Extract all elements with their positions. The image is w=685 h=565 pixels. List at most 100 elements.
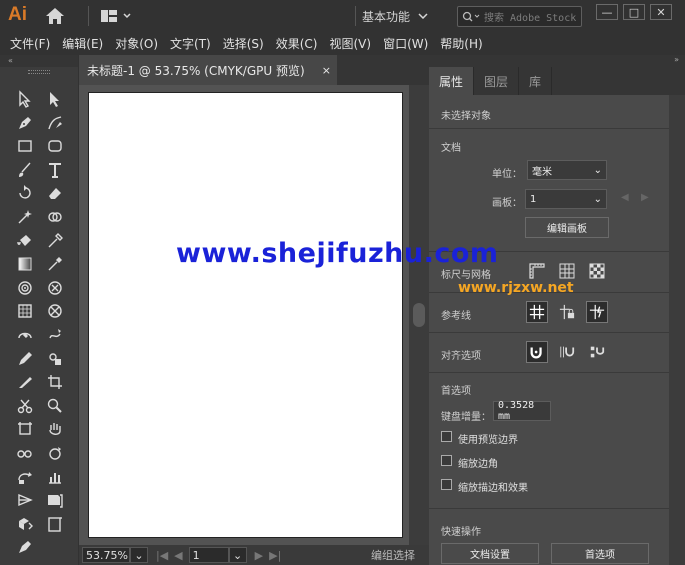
blend-tool-icon[interactable] [14,278,36,298]
menu-effect[interactable]: 效果(C) [276,35,318,52]
artboard-dropdown[interactable]: ⌄ [228,547,247,563]
search-input[interactable]: 搜索 Adobe Stock [484,9,576,24]
workspace-switcher[interactable]: 基本功能 [362,7,438,25]
type-tool-icon[interactable] [44,160,66,180]
hand-tool-icon[interactable] [44,419,66,439]
artboard-select[interactable]: 1 ⌄ [525,189,607,209]
pen-tool-icon[interactable] [14,113,36,133]
puppet-warp-tool-icon[interactable] [14,207,36,227]
artboard-tool-icon[interactable] [14,419,36,439]
mode-toggle-icon[interactable] [44,490,66,510]
menu-window[interactable]: 窗口(W) [383,35,428,52]
symbol-tool-icon[interactable] [44,443,66,463]
smart-guides-toggle[interactable] [586,301,608,323]
menu-file[interactable]: 文件(F) [10,35,50,52]
use-preview-bounds-checkbox[interactable] [441,431,452,442]
panel-grip[interactable] [28,70,50,74]
curvature-tool-icon[interactable] [44,113,66,133]
lock-guides-toggle[interactable] [556,301,578,323]
menu-object[interactable]: 对象(O) [115,35,158,52]
transparency-grid-toggle[interactable] [586,260,608,282]
home-icon[interactable] [44,6,66,26]
symbol-sprayer-icon[interactable] [44,278,66,298]
close-button[interactable]: ✕ [650,4,672,20]
perspective-grid-icon[interactable] [44,301,66,321]
mesh-tool-icon[interactable] [14,301,36,321]
rotate-tool-icon[interactable] [14,183,36,203]
scale-strokes-label[interactable]: 缩放描边和效果 [458,479,528,494]
fill-stroke-icon[interactable] [14,514,36,534]
menu-select[interactable]: 选择(S) [223,35,264,52]
show-guides-toggle[interactable] [526,301,548,323]
document-setup-button[interactable]: 文档设置 [441,543,539,564]
shape-builder-tool-icon[interactable] [44,207,66,227]
slice-tool-icon[interactable] [14,467,36,487]
zoom-tool-icon[interactable] [44,396,66,416]
menu-edit[interactable]: 编辑(E) [62,35,103,52]
ruler-toggle[interactable] [526,260,548,282]
shaper-tool-icon[interactable] [44,349,66,369]
edit-artboards-button[interactable]: 编辑画板 [525,217,609,238]
scale-corners-checkbox[interactable] [441,455,452,466]
snap-to-pixel-toggle[interactable] [556,341,578,363]
column-graph-icon[interactable] [14,443,36,463]
warp-tool-icon[interactable] [44,325,66,345]
eyedropper-tool-icon[interactable] [44,231,66,251]
eyedropper-alt-icon[interactable] [44,254,66,274]
minimize-button[interactable]: — [596,4,618,20]
prev-artboard-icon[interactable]: ◀ [621,192,629,203]
eraser-tool-icon[interactable] [44,183,66,203]
prev-artboard-icon[interactable]: ◀ [174,549,182,562]
pencil-tool-icon[interactable] [14,349,36,369]
next-artboard-icon[interactable]: ▶ [255,549,263,562]
selection-tool-icon[interactable] [14,89,36,109]
arrange-documents-button[interactable] [99,7,135,25]
first-artboard-icon[interactable]: |◀ [156,549,168,562]
direct-selection-tool-icon[interactable] [44,89,66,109]
snap-to-glyph-toggle[interactable] [586,341,608,363]
maximize-button[interactable]: □ [623,4,645,20]
tab-properties[interactable]: 属性 [429,67,475,95]
snap-to-point-toggle[interactable] [526,341,548,363]
scissors-tool-icon[interactable] [14,396,36,416]
document-tab[interactable]: 未标题-1 @ 53.75% (CMYK/GPU 预览) × [79,55,337,85]
menu-help[interactable]: 帮助(H) [440,35,482,52]
keyboard-increment-field[interactable]: 0.3528 mm [493,400,551,422]
paintbrush-tool-icon[interactable] [14,160,36,180]
scale-corners-label[interactable]: 缩放边角 [458,455,498,470]
screen-mode-icon[interactable] [44,514,66,534]
tab-libraries[interactable]: 库 [519,67,553,95]
menu-view[interactable]: 视图(V) [329,35,371,52]
rectangle-tool-icon[interactable] [14,136,36,156]
units-dropdown[interactable]: 毫米 ⌄ [527,160,607,180]
gradient-tool-icon[interactable] [14,254,36,274]
zoom-dropdown[interactable]: ⌄ [130,547,148,563]
last-artboard-icon[interactable]: ▶| [269,549,281,562]
crop-tool-icon[interactable] [44,372,66,392]
collapse-panel-icon[interactable]: » [429,55,685,67]
document-section-title: 文档 [441,143,461,154]
close-document-icon[interactable]: × [322,64,331,77]
rounded-rect-tool-icon[interactable] [44,136,66,156]
free-transform-icon[interactable] [14,325,36,345]
edit-toolbar-icon[interactable] [14,537,36,557]
panel-scrollbar[interactable] [669,95,685,565]
collapse-tools-icon[interactable]: « [0,55,78,67]
adobe-stock-search[interactable]: 搜索 Adobe Stock [457,6,582,27]
grid-toggle[interactable] [556,260,578,282]
menu-type[interactable]: 文字(T) [170,35,211,52]
tab-layers[interactable]: 图层 [474,67,520,95]
scale-strokes-checkbox[interactable] [441,479,452,490]
zoom-field[interactable]: 53.75% [82,547,130,563]
status-mode[interactable]: 编组选择 [371,547,415,563]
next-artboard-icon[interactable]: ▶ [641,192,649,203]
live-paint-bucket-icon[interactable] [14,231,36,251]
scrollbar-thumb[interactable] [413,303,425,327]
bar-chart-tool-icon[interactable] [44,467,66,487]
artboard-field[interactable]: 1 [188,547,229,563]
perspective-tool-icon[interactable] [14,490,36,510]
preferences-button[interactable]: 首选项 [551,543,649,564]
knife-tool-icon[interactable] [14,372,36,392]
use-preview-bounds-label[interactable]: 使用预览边界 [458,431,518,446]
artboard[interactable] [88,92,403,538]
